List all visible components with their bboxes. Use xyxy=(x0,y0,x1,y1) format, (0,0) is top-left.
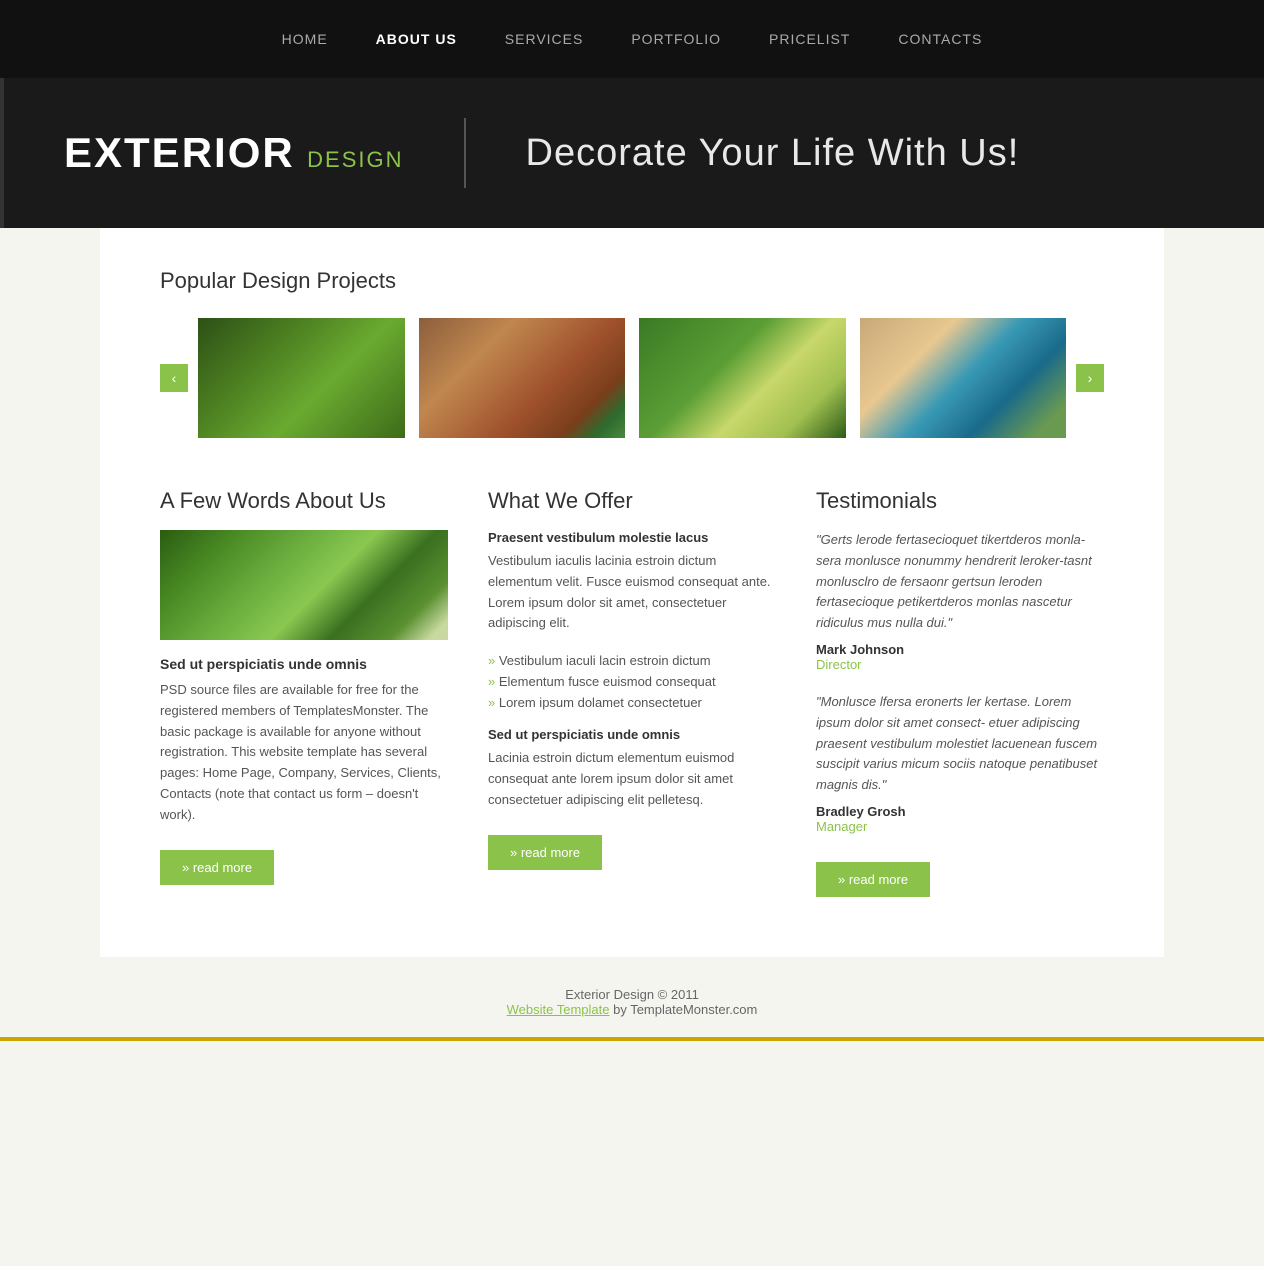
nav-services[interactable]: SERVICES xyxy=(505,31,584,47)
project-image-3[interactable] xyxy=(639,318,846,438)
testimonial-1: "Gerts lerode fertasecioquet tikertderos… xyxy=(816,530,1104,672)
offer-list-item: Vestibulum iaculi lacin estroin dictum xyxy=(488,650,776,671)
about-title: A Few Words About Us xyxy=(160,488,448,514)
offer-column: What We Offer Praesent vestibulum molest… xyxy=(488,488,776,870)
hero-section: EXTERIOR DESIGN Decorate Your Life With … xyxy=(0,78,1264,228)
testimonials-read-more[interactable]: » read more xyxy=(816,862,930,897)
offer-list-item: Elementum fusce euismod consequat xyxy=(488,671,776,692)
about-subtitle: Sed ut perspiciatis unde omnis xyxy=(160,656,448,672)
offer-intro-bold: Praesent vestibulum molestie lacus xyxy=(488,530,776,545)
testimonial-1-role: Director xyxy=(816,657,1104,672)
about-read-more[interactable]: » read more xyxy=(160,850,274,885)
project-image-4[interactable] xyxy=(860,318,1067,438)
offer-intro-text: Vestibulum iaculis lacinia estroin dictu… xyxy=(488,551,776,634)
testimonial-2: "Monlusce lfersa eronerts ler kertase. L… xyxy=(816,692,1104,834)
hero-tagline: Decorate Your Life With Us! xyxy=(526,132,1020,175)
footer: Exterior Design © 2011 Website Template … xyxy=(0,957,1264,1037)
nav-contacts[interactable]: CONTACTS xyxy=(898,31,982,47)
about-column: A Few Words About Us Sed ut perspiciatis… xyxy=(160,488,448,885)
project-image-1[interactable] xyxy=(198,318,405,438)
testimonial-2-quote: "Monlusce lfersa eronerts ler kertase. L… xyxy=(816,692,1104,796)
hero-divider xyxy=(464,118,466,188)
testimonial-1-name: Mark Johnson xyxy=(816,642,1104,657)
projects-title: Popular Design Projects xyxy=(160,268,1104,294)
offer-title: What We Offer xyxy=(488,488,776,514)
main-nav: HOME ABOUT US SERVICES PORTFOLIO PRICELI… xyxy=(0,0,1264,78)
nav-portfolio[interactable]: PORTFOLIO xyxy=(631,31,721,47)
testimonials-title: Testimonials xyxy=(816,488,1104,514)
projects-carousel: ‹ › xyxy=(160,318,1104,438)
brand-sub: DESIGN xyxy=(307,147,403,172)
footer-link-suffix: by TemplateMonster.com xyxy=(609,1002,757,1017)
testimonials-column: Testimonials "Gerts lerode fertasecioque… xyxy=(816,488,1104,897)
about-body: PSD source files are available for free … xyxy=(160,680,448,826)
bottom-accent-bar xyxy=(0,1037,1264,1041)
carousel-next[interactable]: › xyxy=(1076,364,1104,392)
offer-list: Vestibulum iaculi lacin estroin dictum E… xyxy=(488,650,776,713)
three-columns: A Few Words About Us Sed ut perspiciatis… xyxy=(160,488,1104,897)
project-image-2[interactable] xyxy=(419,318,626,438)
nav-about[interactable]: ABOUT US xyxy=(376,31,457,47)
footer-copyright: Exterior Design © 2011 xyxy=(0,987,1264,1002)
nav-pricelist[interactable]: PRICELIST xyxy=(769,31,850,47)
brand-logo: EXTERIOR DESIGN xyxy=(64,129,404,177)
testimonial-1-quote: "Gerts lerode fertasecioquet tikertderos… xyxy=(816,530,1104,634)
main-content: Popular Design Projects ‹ › A Few Words … xyxy=(100,228,1164,957)
offer-list-item: Lorem ipsum dolamet consectetuer xyxy=(488,692,776,713)
about-image xyxy=(160,530,448,640)
carousel-prev[interactable]: ‹ xyxy=(160,364,188,392)
offer-read-more[interactable]: » read more xyxy=(488,835,602,870)
testimonial-2-name: Bradley Grosh xyxy=(816,804,1104,819)
footer-template-link[interactable]: Website Template xyxy=(507,1002,610,1017)
testimonial-2-role: Manager xyxy=(816,819,1104,834)
nav-home[interactable]: HOME xyxy=(282,31,328,47)
carousel-images xyxy=(198,318,1066,438)
offer-section2-title: Sed ut perspiciatis unde omnis xyxy=(488,727,776,742)
brand-main: EXTERIOR xyxy=(64,129,295,176)
offer-section2-text: Lacinia estroin dictum elementum euismod… xyxy=(488,748,776,810)
